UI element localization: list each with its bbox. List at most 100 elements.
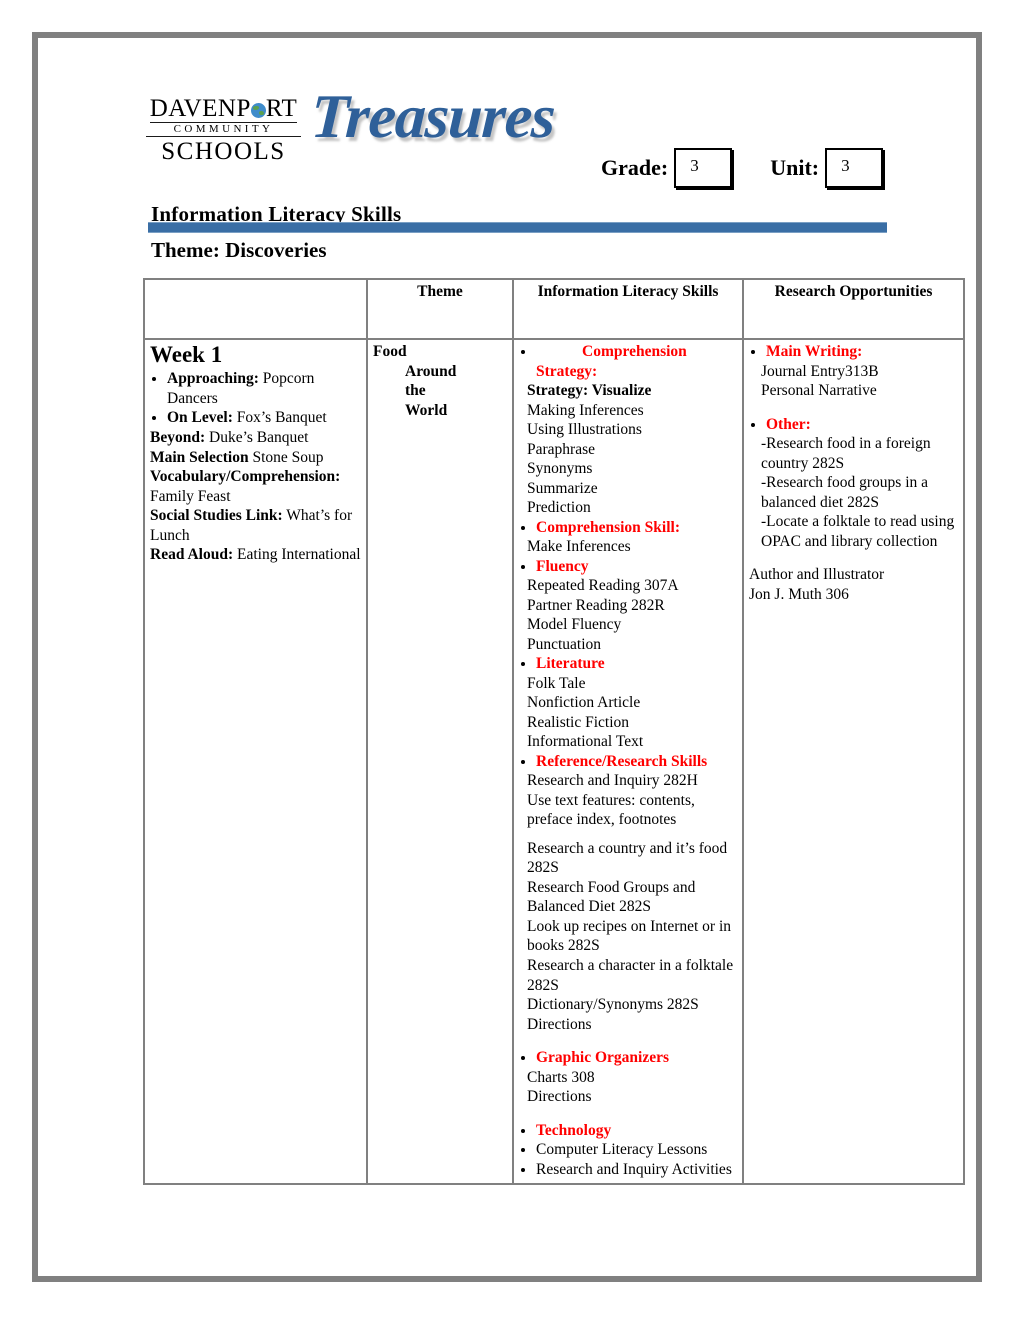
- skills-heading: Literature: [536, 654, 737, 674]
- skills-heading: Reference/Research Skills: [536, 752, 737, 772]
- skills-line: Make Inferences: [527, 538, 631, 556]
- table-header-row: Theme Information Literacy Skills Resear…: [143, 278, 965, 340]
- skills-heading-text: Comprehension Skill:: [536, 518, 680, 536]
- list-item-value: Stone Soup: [248, 448, 324, 466]
- logo-schools-text: SCHOOLS: [161, 138, 286, 165]
- list-item-label: Vocabulary/Comprehension:: [150, 468, 341, 486]
- logo-community-text: COMMUNITY: [146, 124, 301, 137]
- theme-subtitle: Theme: Discoveries: [151, 238, 327, 262]
- skills-line: Strategy: Visualize: [527, 382, 652, 400]
- logo-davenport-text-b: RT: [265, 95, 298, 122]
- list-item-value: Duke’s Banquet: [205, 428, 309, 446]
- research-line: -Research food in a foreign country 282S: [761, 435, 931, 472]
- list-item: Computer Literacy Lessons: [536, 1140, 737, 1160]
- skills-line: Making Inferences: [527, 401, 644, 419]
- skills-line: Using Illustrations: [527, 421, 642, 439]
- skills-line: Informational Text: [527, 733, 644, 751]
- research-bullet-list: Other:: [749, 415, 958, 435]
- header-cell-theme: Theme: [366, 278, 514, 340]
- list-item-label: Social Studies Link:: [150, 507, 283, 525]
- grade-label: Grade:: [601, 155, 669, 180]
- grade-unit-group: Grade: 3 Unit: 3: [601, 148, 884, 188]
- skills-heading-text: Literature: [536, 655, 605, 673]
- week-cell: Week 1 Approaching: Popcorn DancersOn Le…: [143, 337, 368, 1186]
- curriculum-table: Theme Information Literacy Skills Resear…: [143, 278, 965, 1186]
- skills-line: Summarize: [527, 479, 598, 497]
- research-line: -Locate a folktale to read using OPAC an…: [761, 513, 955, 550]
- research-heading: Other:: [766, 415, 958, 435]
- theme-line-1: Food: [373, 343, 407, 360]
- research-heading-text: Main Writing:: [766, 343, 863, 360]
- research-opportunities-list: Main Writing: Journal Entry313B Personal N…: [749, 342, 958, 551]
- skills-line: Directions: [527, 1015, 592, 1033]
- research-spacer: [749, 551, 958, 565]
- grade-value-box[interactable]: 3: [674, 148, 733, 188]
- list-item-label: Read Aloud:: [150, 546, 234, 564]
- research-opportunities-cell: Main Writing: Journal Entry313B Personal N…: [742, 337, 965, 1186]
- logo-davenport-line: DAVENP RT: [149, 95, 298, 123]
- skills-heading: Comprehension Skill:: [536, 518, 737, 538]
- week-title: Week 1: [150, 342, 223, 367]
- research-heading: Main Writing:: [766, 342, 958, 362]
- skills-bullet-list: Fluency: [519, 557, 737, 577]
- theme-line-4: World: [405, 401, 448, 419]
- theme-line-3: the: [405, 382, 426, 400]
- list-item-label: Beyond:: [150, 428, 206, 446]
- skills-bullet-list: TechnologyComputer Literacy LessonsResea…: [519, 1121, 737, 1180]
- list-item-label: Main Selection: [150, 448, 249, 466]
- skills-line: Paraphrase: [527, 440, 595, 458]
- skills-heading-text: Graphic Organizers: [536, 1049, 670, 1067]
- list-item: Research and Inquiry Activities: [536, 1160, 737, 1180]
- skills-line: Research Food Groups and Balanced Diet 2…: [527, 878, 696, 916]
- skills-line: Dictionary/Synonyms 282S: [527, 996, 699, 1014]
- research-line: -Research food groups in a balanced diet…: [761, 474, 929, 511]
- research-line: Personal Narrative: [761, 382, 877, 400]
- list-item: Beyond: Duke’s Banquet: [150, 428, 361, 448]
- theme-line-2: Around: [405, 362, 457, 380]
- skills-line: Research and Inquiry 282H: [527, 772, 698, 790]
- skills-line: Nonfiction Article: [527, 694, 641, 712]
- skills-heading-text: Technology: [536, 1121, 612, 1139]
- research-bullet-list: Main Writing:: [749, 342, 958, 362]
- list-item: Vocabulary/Comprehension: Family Feast: [150, 467, 361, 506]
- research-footer-line: Jon J. Muth 306: [749, 585, 849, 603]
- skills-line: Prediction: [527, 499, 591, 517]
- week-bullet-list: Approaching: Popcorn DancersOn Level: Fo…: [150, 369, 361, 428]
- skills-bullet-list: Literature: [519, 654, 737, 674]
- research-footer: Author and Illustrator Jon J. Muth 306: [749, 565, 958, 604]
- skills-line: Folk Tale: [527, 674, 586, 692]
- header-cell-blank: [143, 278, 368, 340]
- skills-line: Model Fluency: [527, 616, 622, 634]
- skills-line: Punctuation: [527, 635, 602, 653]
- skills-line: Repeated Reading 307A: [527, 577, 679, 595]
- line-spacer: [519, 830, 737, 839]
- skills-heading-text: Comprehension Strategy:: [536, 343, 687, 380]
- research-line: Journal Entry313B: [761, 362, 879, 380]
- skills-line: Realistic Fiction: [527, 713, 630, 731]
- skills-bullet-list: Graphic Organizers: [519, 1048, 737, 1068]
- skills-heading: Fluency: [536, 557, 737, 577]
- skills-heading-text: Fluency: [536, 557, 589, 575]
- logo-davenport-text-a: DAVENP: [149, 95, 251, 122]
- skills-heading: Graphic Organizers: [536, 1048, 737, 1068]
- theme-cell: Food Around the World: [366, 337, 514, 1186]
- skills-line: Charts 308: [527, 1068, 595, 1086]
- skills-line: Use text features: contents, preface ind…: [527, 791, 695, 829]
- list-item-value: Fox’s Banquet: [232, 409, 327, 427]
- list-item-label: On Level:: [167, 409, 233, 427]
- header-cell-research-opportunities: Research Opportunities: [742, 278, 965, 340]
- skills-bullet-list: ComprehensionStrategy:: [519, 342, 737, 381]
- list-item: Approaching: Popcorn Dancers: [167, 369, 361, 408]
- literacy-skills-list: ComprehensionStrategy: Strategy: Visualiz…: [519, 342, 737, 1179]
- research-heading-text: Other:: [766, 415, 811, 433]
- list-item: On Level: Fox’s Banquet: [167, 408, 361, 428]
- unit-value-box[interactable]: 3: [825, 148, 884, 188]
- header-cell-information-literacy-skills: Information Literacy Skills: [512, 278, 744, 340]
- skills-bullet-list: Reference/Research Skills: [519, 752, 737, 772]
- week-items-list: Approaching: Popcorn DancersOn Level: Fo…: [150, 369, 361, 564]
- heading-indent: Comprehension: [582, 343, 687, 360]
- literacy-skills-cell: ComprehensionStrategy: Strategy: Visualiz…: [512, 337, 744, 1186]
- list-item: Main Selection Stone Soup: [150, 448, 361, 468]
